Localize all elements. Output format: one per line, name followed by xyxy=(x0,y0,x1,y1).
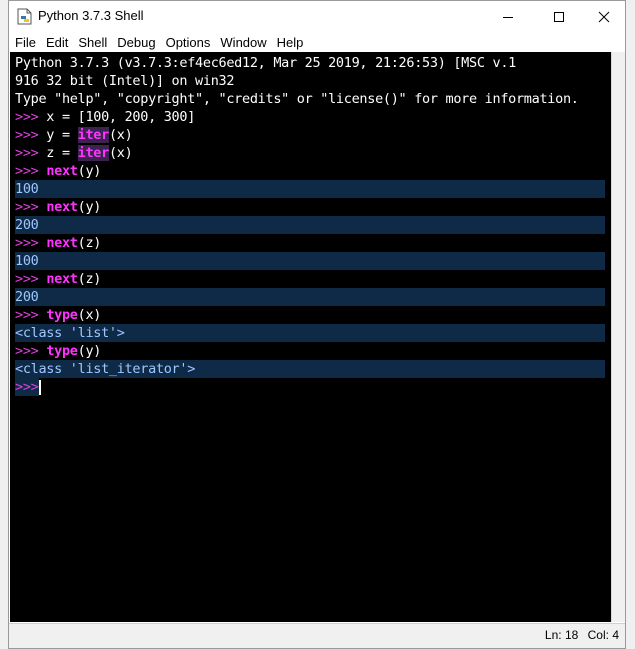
builtin-name: iter xyxy=(77,127,109,143)
vertical-scrollbar[interactable] xyxy=(611,52,625,622)
input-line: >>> y = iter(x) xyxy=(15,126,133,144)
input-line: >>> x = [100, 200, 300] xyxy=(15,108,195,126)
command-text: (y) xyxy=(77,163,102,179)
builtin-name: type xyxy=(46,307,78,323)
command-text: (x) xyxy=(77,307,102,323)
builtin-name: next xyxy=(46,235,78,251)
output-line: <class 'list'> xyxy=(15,324,605,342)
menu-debug[interactable]: Debug xyxy=(113,34,159,52)
builtin-name: next xyxy=(46,271,78,287)
window-title: Python 3.7.3 Shell xyxy=(38,8,144,23)
command-text: (x) xyxy=(108,127,133,143)
output-line: 200 xyxy=(15,216,605,234)
command-text: (x) xyxy=(108,145,133,161)
background-app-right xyxy=(626,0,635,649)
prompt: >>> xyxy=(15,235,39,251)
minimize-button[interactable] xyxy=(485,1,531,33)
menu-file[interactable]: File xyxy=(11,34,40,52)
command-text: y = xyxy=(38,127,78,143)
command-text: z = xyxy=(38,145,78,161)
banner-line-3: Type "help", "copyright", "credits" or "… xyxy=(15,91,579,107)
builtin-name: next xyxy=(46,199,78,215)
prompt: >>> xyxy=(15,145,39,161)
prompt: >>> xyxy=(15,271,39,287)
menu-edit[interactable]: Edit xyxy=(42,34,72,52)
menu-window[interactable]: Window xyxy=(216,34,270,52)
prompt: >>> xyxy=(15,199,39,215)
idle-shell-window: Python 3.7.3 Shell File Edit Shell Debug… xyxy=(8,0,626,649)
prompt: >>> xyxy=(15,163,39,179)
command-text: (z) xyxy=(77,235,102,251)
status-bar: Ln: 18 Col: 4 xyxy=(9,623,625,648)
input-line: >>> z = iter(x) xyxy=(15,144,133,162)
prompt: >>> xyxy=(15,127,39,143)
builtin-name: iter xyxy=(77,145,109,161)
python-file-icon xyxy=(17,8,32,25)
prompt: >>> xyxy=(15,109,39,125)
text-cursor xyxy=(39,379,42,395)
background-app-left xyxy=(0,0,8,649)
close-icon xyxy=(598,11,610,23)
input-line: >>> type(y) xyxy=(15,342,101,360)
output-line: 100 xyxy=(15,180,605,198)
shell-console[interactable]: Python 3.7.3 (v3.7.3:ef4ec6ed12, Mar 25 … xyxy=(10,52,611,622)
maximize-button[interactable] xyxy=(536,1,582,33)
banner-line-1: Python 3.7.3 (v3.7.3:ef4ec6ed12, Mar 25 … xyxy=(15,55,516,71)
prompt: >>> xyxy=(15,379,39,395)
input-line: >>> type(x) xyxy=(15,306,101,324)
prompt: >>> xyxy=(15,343,39,359)
input-line: >>> next(y) xyxy=(15,198,101,216)
builtin-name: next xyxy=(46,163,78,179)
command-text: (z) xyxy=(77,271,102,287)
output-line: 100 xyxy=(15,252,605,270)
input-line: >>> next(y) xyxy=(15,162,101,180)
banner-line-2: 916 32 bit (Intel)] on win32 xyxy=(15,73,235,89)
active-input-line[interactable]: >>> xyxy=(15,378,42,396)
input-line: >>> next(z) xyxy=(15,234,101,252)
column-number: Col: 4 xyxy=(587,628,619,642)
close-button[interactable] xyxy=(581,1,627,33)
menu-help[interactable]: Help xyxy=(273,34,308,52)
menu-bar: File Edit Shell Debug Options Window Hel… xyxy=(9,33,625,52)
maximize-icon xyxy=(554,12,564,22)
menu-options[interactable]: Options xyxy=(162,34,215,52)
input-line: >>> next(z) xyxy=(15,270,101,288)
command-text: (y) xyxy=(77,199,102,215)
builtin-name: type xyxy=(46,343,78,359)
output-line: 200 xyxy=(15,288,605,306)
minimize-icon xyxy=(503,17,513,18)
menu-shell[interactable]: Shell xyxy=(74,34,111,52)
command-text: (y) xyxy=(77,343,102,359)
cursor-position: Ln: 18 Col: 4 xyxy=(539,628,619,642)
line-number: Ln: 18 xyxy=(544,628,579,642)
output-line: <class 'list_iterator'> xyxy=(15,360,605,378)
prompt: >>> xyxy=(15,307,39,323)
command-text: x = [100, 200, 300] xyxy=(38,109,196,125)
title-bar[interactable]: Python 3.7.3 Shell xyxy=(9,1,625,33)
